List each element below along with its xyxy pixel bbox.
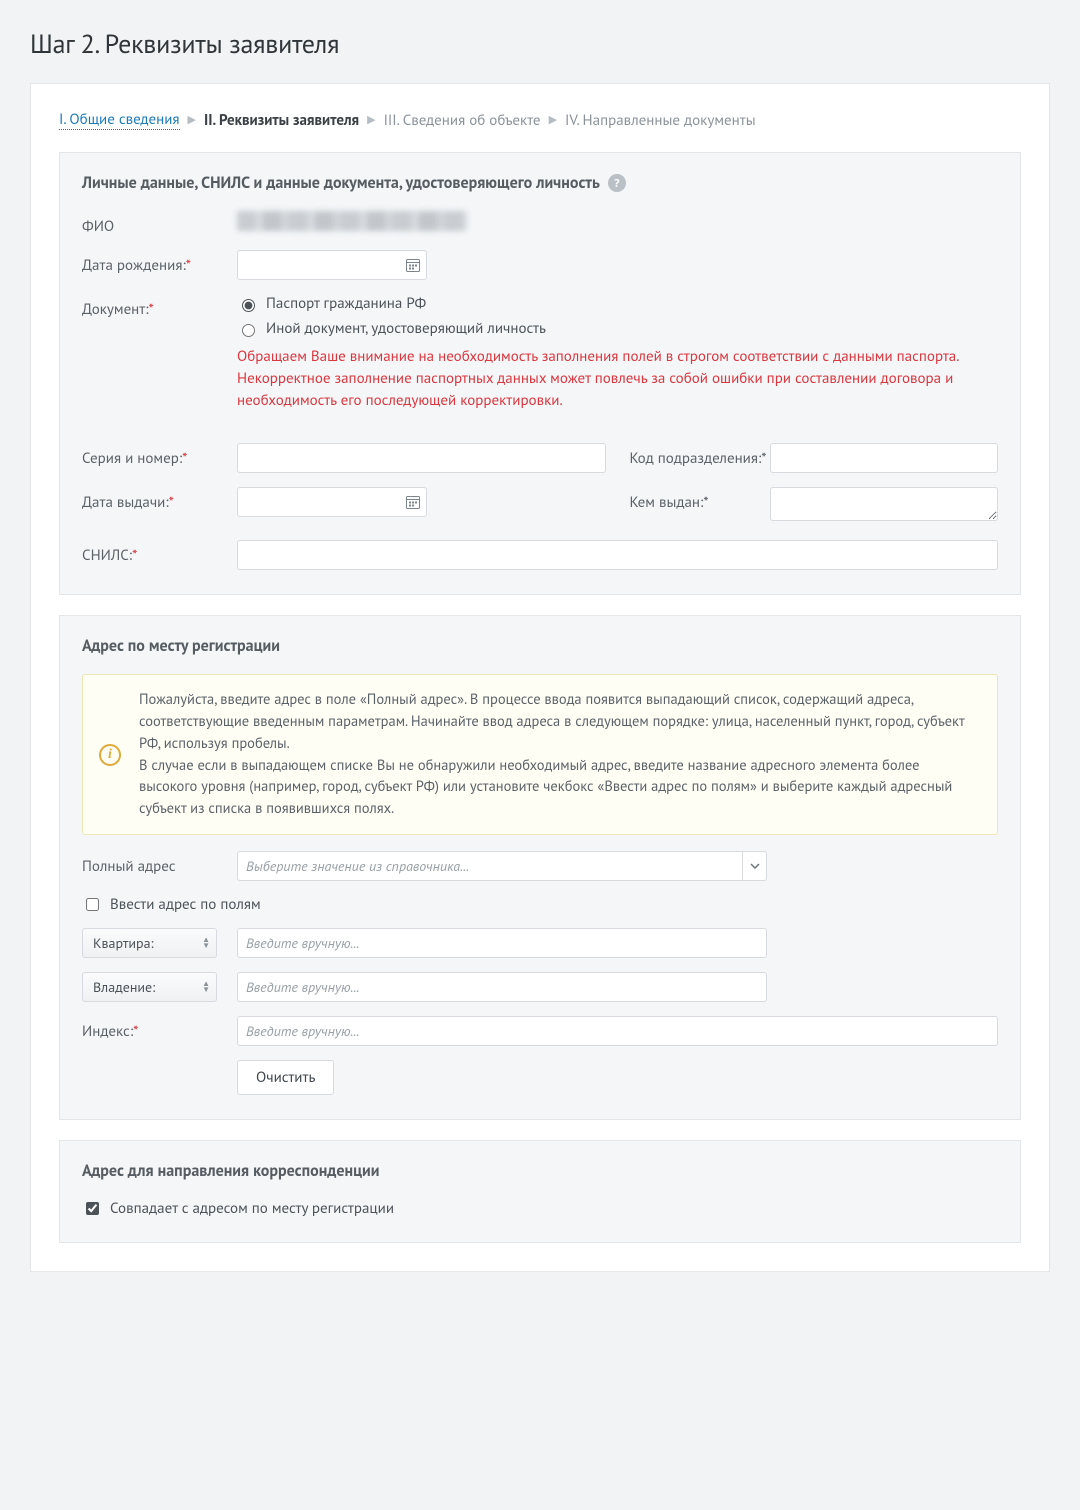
ownership-value-input[interactable]	[237, 972, 767, 1002]
ownership-type-select-label: Владение:	[93, 978, 155, 996]
address-notice: i Пожалуйста, введите адрес в поле «Полн…	[82, 674, 998, 835]
flat-type-select-label: Квартира:	[93, 934, 154, 952]
label-fio: ФИО	[82, 211, 237, 236]
full-address-combo[interactable]: Выберите значение из справочника...	[237, 851, 767, 881]
spinner-icon: ▲▼	[202, 981, 210, 993]
clear-button[interactable]: Очистить	[237, 1060, 334, 1095]
doc-option-passport[interactable]: Паспорт гражданина РФ	[237, 294, 998, 313]
fio-value-redacted	[237, 211, 467, 231]
passport-warning: Обращаем Ваше внимание на необходимость …	[237, 346, 998, 411]
help-icon[interactable]: ?	[608, 174, 626, 192]
label-dob: Дата рождения:*	[82, 250, 237, 275]
label-document: Документ:*	[82, 294, 237, 319]
section-mail-address: Адрес для направления корреспонденции Со…	[59, 1140, 1021, 1243]
breadcrumb: I. Общие сведения ▶ II. Реквизиты заявит…	[59, 110, 1021, 130]
full-address-input[interactable]: Выберите значение из справочника...	[237, 851, 743, 881]
issue-date-input[interactable]	[237, 487, 427, 517]
series-number-input[interactable]	[237, 443, 606, 473]
form-card: I. Общие сведения ▶ II. Реквизиты заявит…	[30, 83, 1050, 1272]
label-issue-date: Дата выдачи:*	[82, 487, 237, 512]
section-mail-address-title: Адрес для направления корреспонденции	[82, 1161, 998, 1181]
ownership-type-select[interactable]: Владение: ▲▼	[82, 972, 217, 1002]
doc-radio-other[interactable]	[242, 324, 255, 337]
flat-value-input[interactable]	[237, 928, 767, 958]
doc-radio-passport-label: Паспорт гражданина РФ	[266, 294, 426, 313]
label-full-address: Полный адрес	[82, 851, 237, 876]
flat-type-select[interactable]: Квартира: ▲▼	[82, 928, 217, 958]
calendar-icon[interactable]	[405, 257, 421, 273]
dept-code-input[interactable]	[770, 443, 999, 473]
info-icon: i	[99, 744, 121, 766]
crumb-step4[interactable]: IV. Направленные документы	[565, 111, 756, 130]
doc-radio-passport[interactable]	[242, 299, 255, 312]
label-index: Индекс:*	[82, 1016, 237, 1041]
section-personal-title-text: Личные данные, СНИЛС и данные документа,…	[82, 173, 600, 193]
doc-radio-other-label: Иной документ, удостоверяющий личность	[266, 319, 546, 338]
chevron-right-icon: ▶	[367, 113, 375, 127]
address-notice-text: Пожалуйста, введите адрес в поле «Полный…	[139, 690, 964, 818]
section-reg-address-title: Адрес по месту регистрации	[82, 636, 998, 656]
section-personal: Личные данные, СНИЛС и данные документа,…	[59, 152, 1021, 595]
label-issued-by: Кем выдан:*	[630, 487, 770, 512]
label-series: Серия и номер:*	[82, 443, 237, 468]
chevron-right-icon: ▶	[188, 113, 196, 127]
issued-by-input[interactable]	[770, 487, 999, 521]
section-personal-title: Личные данные, СНИЛС и данные документа,…	[82, 173, 998, 193]
document-radio-group: Паспорт гражданина РФ Иной документ, удо…	[237, 294, 998, 338]
same-as-reg-checkbox[interactable]	[86, 1202, 99, 1215]
page-title: Шаг 2. Реквизиты заявителя	[30, 28, 1050, 61]
label-snils: СНИЛС:*	[82, 540, 237, 565]
doc-option-other[interactable]: Иной документ, удостоверяющий личность	[237, 319, 998, 338]
crumb-step3[interactable]: III. Сведения об объекте	[384, 111, 541, 130]
snils-input[interactable]	[237, 540, 998, 570]
section-reg-address: Адрес по месту регистрации i Пожалуйста,…	[59, 615, 1021, 1120]
index-input[interactable]	[237, 1016, 998, 1046]
chevron-right-icon: ▶	[549, 113, 557, 127]
calendar-icon[interactable]	[405, 494, 421, 510]
spinner-icon: ▲▼	[202, 937, 210, 949]
chevron-down-icon[interactable]	[743, 851, 767, 881]
manual-address-checkbox-label: Ввести адрес по полям	[110, 895, 261, 914]
manual-address-checkbox[interactable]	[86, 898, 99, 911]
dob-input[interactable]	[237, 250, 427, 280]
label-dept-code: Код подразделения:*	[630, 443, 770, 468]
crumb-step2: II. Реквизиты заявителя	[204, 111, 359, 130]
crumb-step1[interactable]: I. Общие сведения	[59, 110, 180, 130]
same-as-reg-checkbox-label: Совпадает с адресом по месту регистрации	[110, 1199, 394, 1218]
